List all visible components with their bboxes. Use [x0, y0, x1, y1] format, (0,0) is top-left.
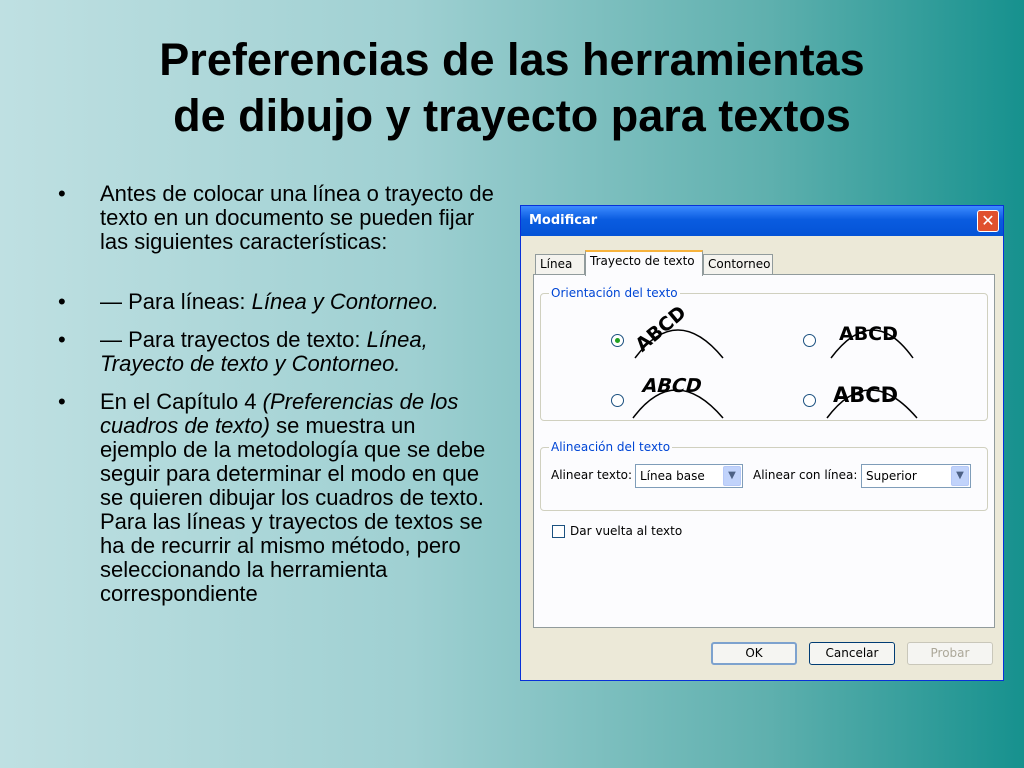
ok-button[interactable]: OK	[711, 642, 797, 665]
orientation-group-label: Orientación del texto	[549, 286, 680, 300]
orientation-sample-skew: ABCD	[632, 374, 724, 419]
slide-title-line-1: Preferencias de las herramientas	[159, 34, 865, 85]
bullet-item: • — Para trayectos de texto: Línea, Tray…	[58, 328, 498, 376]
bullet-text: Antes de colocar una línea o trayecto de…	[100, 181, 494, 254]
sample-text: ABCD	[640, 374, 705, 397]
bullet-dot: •	[58, 181, 66, 206]
orientation-radio-1[interactable]	[611, 334, 624, 347]
dialog-titlebar[interactable]: Modificar ✕	[521, 206, 1003, 236]
bullet-italic-text: Línea y Contorneo.	[251, 289, 439, 314]
sample-text: ABCD	[631, 302, 690, 357]
cancel-button[interactable]: Cancelar	[809, 642, 895, 665]
dialog-title: Modificar	[529, 213, 598, 228]
tab-contorneo[interactable]: Contorneo	[703, 254, 773, 274]
align-line-label: Alinear con línea:	[753, 468, 858, 482]
bullet-list: • Antes de colocar una línea o trayecto …	[58, 182, 498, 620]
orientation-sample-upright: ABCD	[826, 383, 918, 419]
bullet-text: se muestra un ejemplo de la metodología …	[100, 413, 486, 606]
modificar-dialog: Modificar ✕ Línea Trayecto de texto Cont…	[520, 205, 1004, 681]
align-text-label: Alinear texto:	[551, 468, 633, 482]
preview-button[interactable]: Probar	[907, 642, 993, 665]
close-icon: ✕	[981, 211, 995, 230]
bullet-text: — Para líneas:	[100, 289, 252, 314]
orientation-radio-4[interactable]	[803, 394, 816, 407]
tab-trayecto-de-texto[interactable]: Trayecto de texto	[585, 250, 703, 276]
wrap-text-checkbox[interactable]	[552, 525, 565, 538]
bullet-item: • Antes de colocar una línea o trayecto …	[58, 182, 498, 254]
tab-panel: Orientación del texto ABCD ABCD ABCD ABC…	[533, 274, 995, 628]
alignment-group: Alineación del texto Alinear texto: Líne…	[540, 440, 988, 511]
bullet-dot: •	[58, 327, 66, 352]
chevron-down-icon: ▼	[723, 466, 741, 486]
bullet-item: • — Para líneas: Línea y Contorneo.	[58, 290, 498, 314]
slide-title: Preferencias de las herramientas de dibu…	[20, 32, 1004, 144]
orientation-group: Orientación del texto ABCD ABCD ABCD ABC…	[540, 286, 988, 421]
align-line-select[interactable]: Superior ▼	[861, 464, 971, 488]
orientation-radio-2[interactable]	[803, 334, 816, 347]
bullet-dot: •	[58, 389, 66, 414]
bullet-text: En el Capítulo 4	[100, 389, 263, 414]
tab-linea[interactable]: Línea	[535, 254, 585, 274]
slide-title-line-2: de dibujo y trayecto para textos	[173, 90, 851, 141]
align-text-value: Línea base	[640, 469, 705, 483]
sample-text: ABCD	[833, 383, 898, 407]
chevron-down-icon: ▼	[951, 466, 969, 486]
orientation-sample-vertical: ABCD	[830, 323, 914, 359]
bullet-item: • En el Capítulo 4 (Preferencias de los …	[58, 390, 498, 606]
alignment-group-label: Alineación del texto	[549, 440, 673, 454]
wrap-text-label: Dar vuelta al texto	[570, 524, 683, 538]
align-text-select[interactable]: Línea base ▼	[635, 464, 743, 488]
sample-text: ABCD	[839, 323, 898, 345]
align-line-value: Superior	[866, 469, 917, 483]
orientation-sample-rotate: ABCD	[631, 302, 724, 359]
bullet-dot: •	[58, 289, 66, 314]
close-button[interactable]: ✕	[977, 210, 999, 232]
bullet-text: — Para trayectos de texto:	[100, 327, 367, 352]
orientation-radio-3[interactable]	[611, 394, 624, 407]
